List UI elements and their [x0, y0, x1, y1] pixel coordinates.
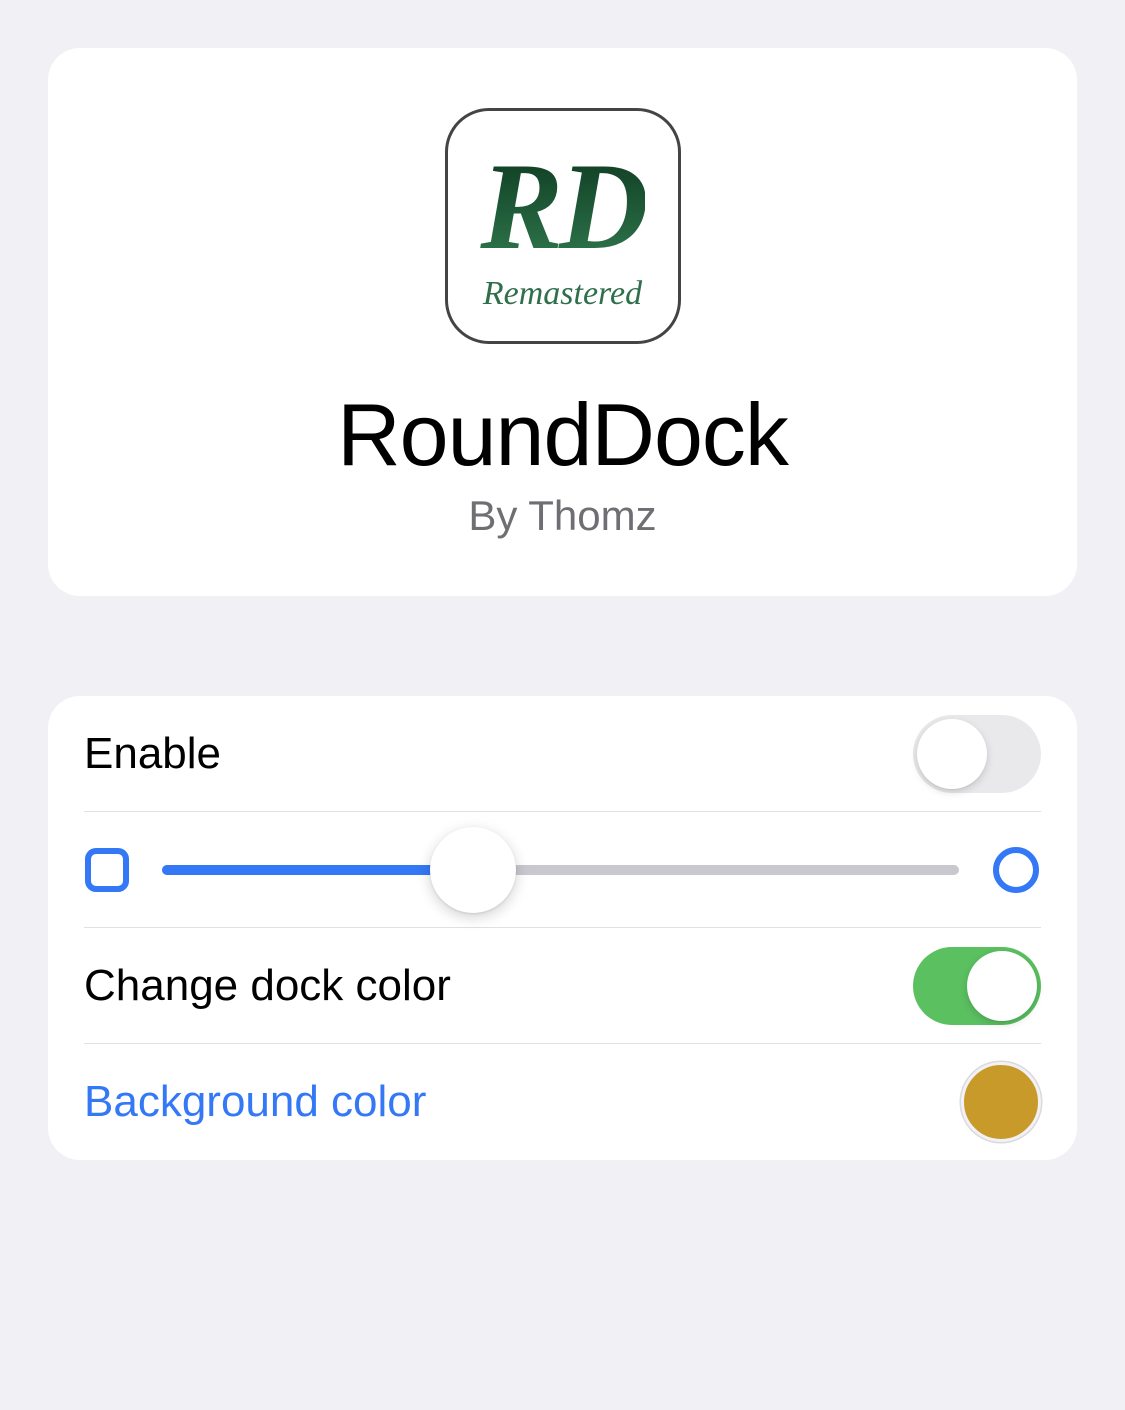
enable-row[interactable]: Enable	[84, 696, 1041, 812]
header-card: RD Remastered RoundDock By Thomz	[48, 48, 1077, 596]
toggle-knob	[917, 719, 987, 789]
change-dock-color-row[interactable]: Change dock color	[84, 928, 1041, 1044]
enable-toggle[interactable]	[913, 715, 1041, 793]
slider-fill	[162, 865, 473, 875]
app-author: By Thomz	[96, 492, 1029, 540]
change-dock-color-label: Change dock color	[84, 961, 451, 1011]
slider-thumb[interactable]	[430, 827, 516, 913]
change-dock-color-toggle[interactable]	[913, 947, 1041, 1025]
radius-slider[interactable]	[162, 865, 959, 875]
rounded-square-icon	[84, 847, 130, 893]
logo-tagline: Remastered	[483, 275, 642, 313]
settings-page: RD Remastered RoundDock By Thomz Enable	[0, 0, 1125, 1208]
color-swatch[interactable]	[961, 1062, 1041, 1142]
background-color-label: Background color	[84, 1077, 426, 1127]
settings-list: Enable Change dock color	[48, 696, 1077, 1160]
app-title: RoundDock	[96, 384, 1029, 486]
radius-slider-row	[84, 812, 1041, 928]
logo-monogram: RD	[480, 145, 644, 269]
toggle-knob	[967, 951, 1037, 1021]
app-logo: RD Remastered	[445, 108, 681, 344]
background-color-row[interactable]: Background color	[84, 1044, 1041, 1160]
circle-icon	[991, 845, 1041, 895]
enable-label: Enable	[84, 729, 221, 779]
